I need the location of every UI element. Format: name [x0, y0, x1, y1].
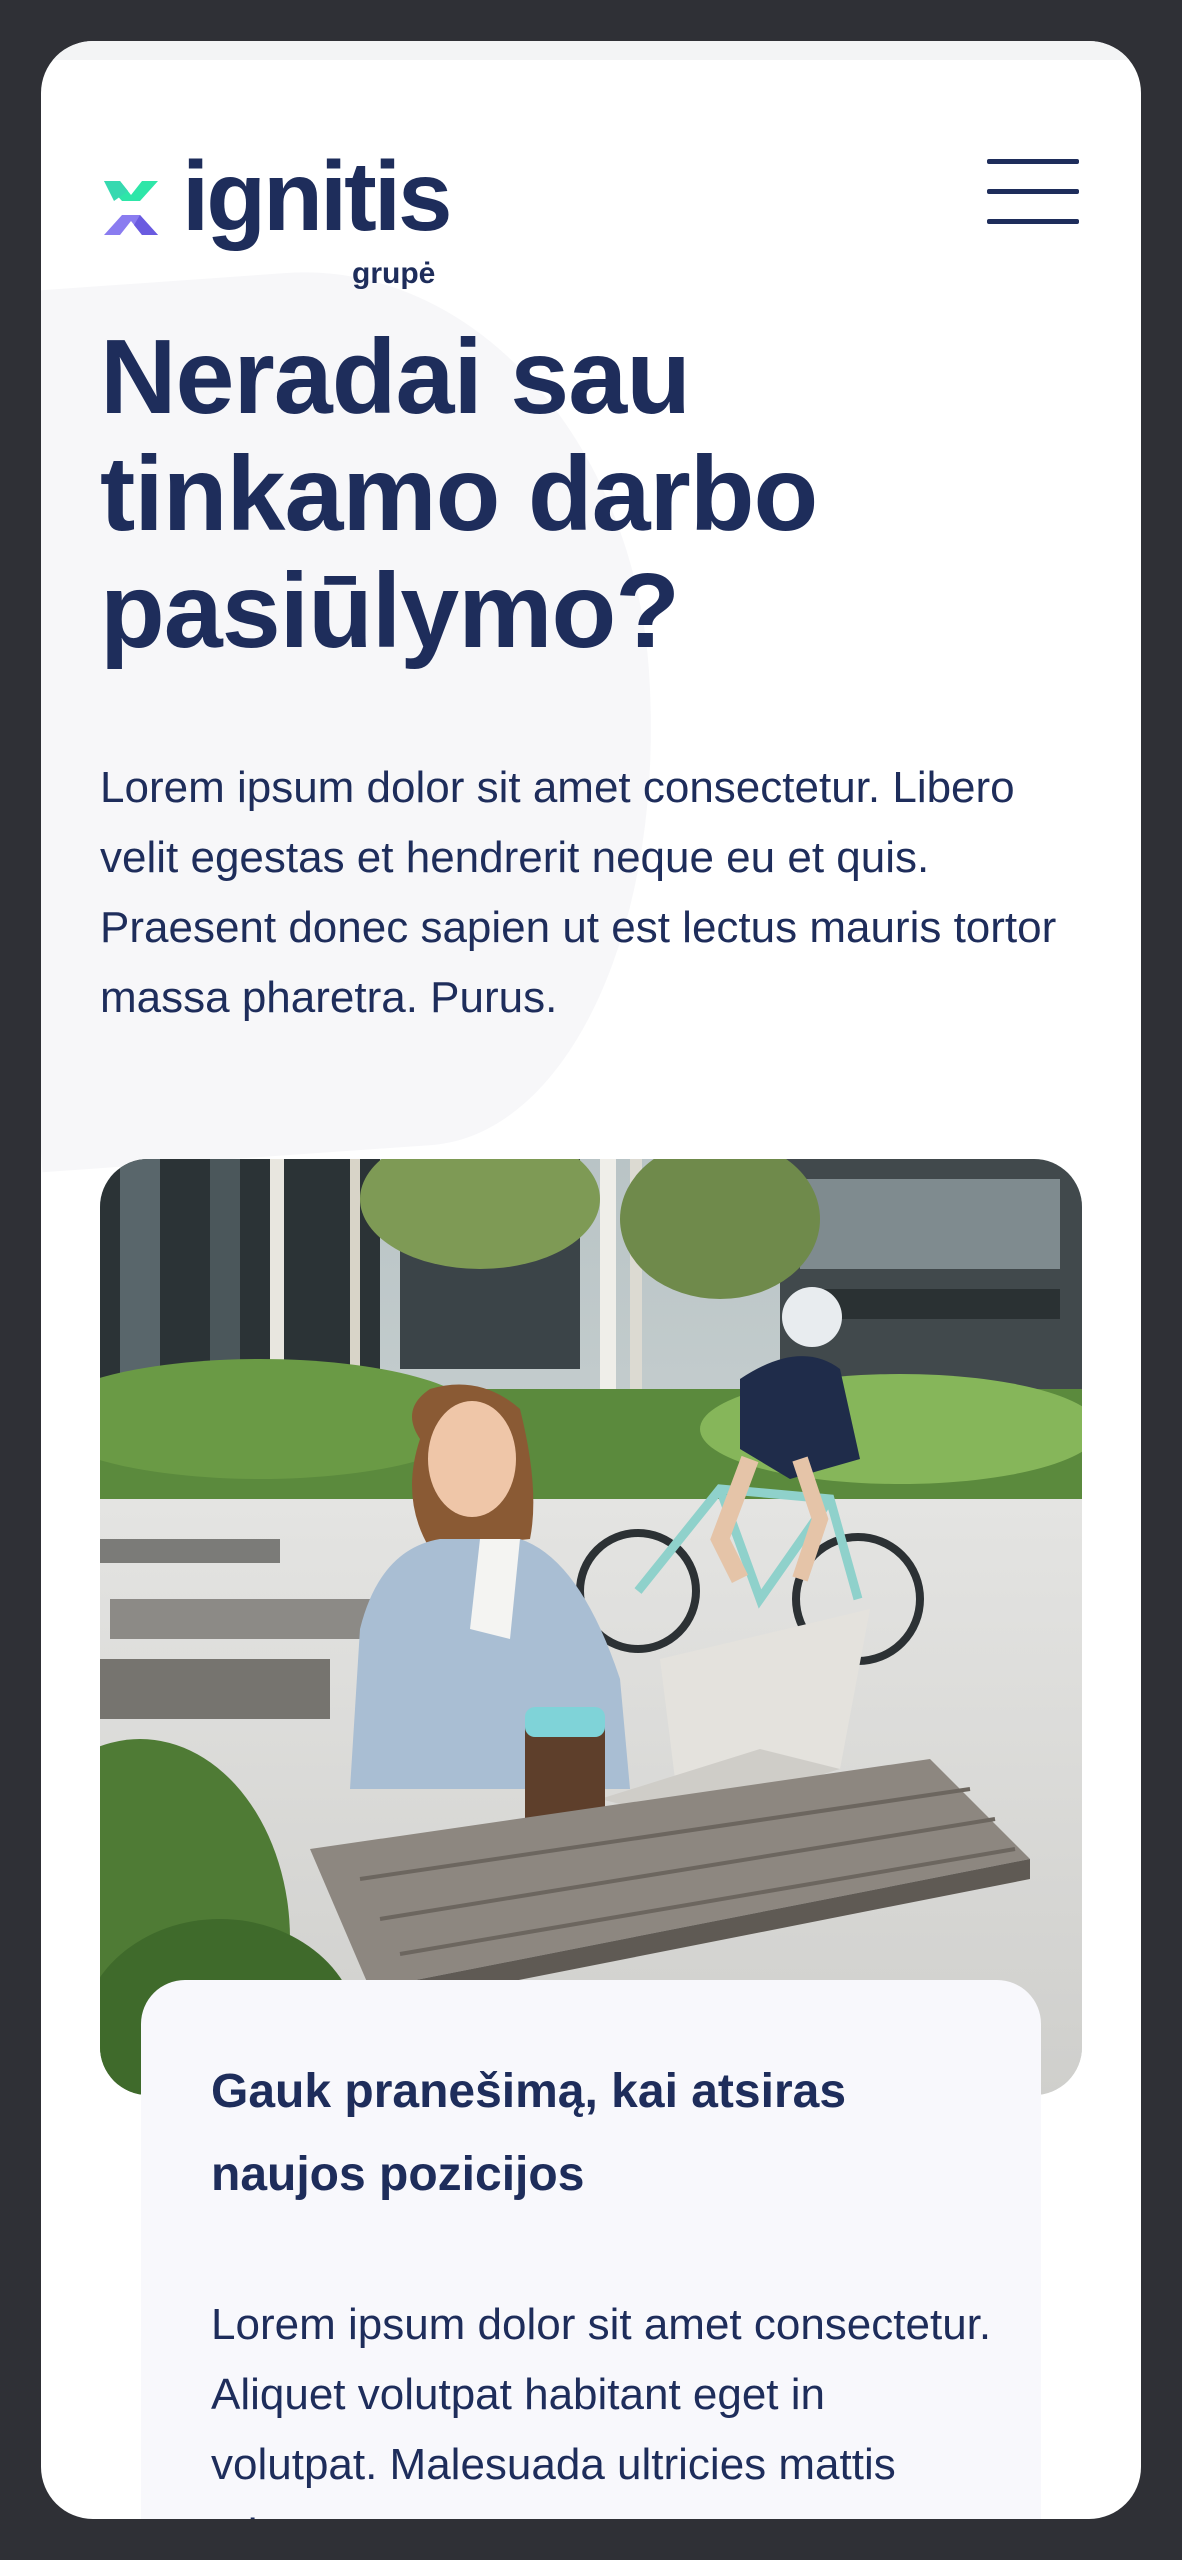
site-header: ignitis grupė [41, 41, 1141, 289]
hero-description: Lorem ipsum dolor sit amet consectetur. … [100, 763, 1057, 1022]
hero-title: Neradai sau tinkamo darbo pasiūlymo? [100, 318, 818, 670]
ignitis-logo[interactable]: ignitis grupė [100, 137, 500, 297]
menu-line [987, 159, 1079, 164]
notification-card: Gauk pranešimą, kai atsiras naujos pozic… [141, 1980, 1041, 2519]
card-title: Gauk pranešimą, kai atsiras naujos pozic… [211, 2065, 847, 2201]
logo-wordmark: ignitis [182, 141, 453, 251]
hamburger-menu-icon[interactable] [987, 159, 1079, 227]
photo-illustration [100, 1159, 1082, 2095]
logo-subtitle: grupė [352, 257, 436, 290]
hero-photo [100, 1159, 1082, 2095]
menu-line [987, 219, 1079, 224]
menu-line [987, 189, 1079, 194]
logo-mark-icon [104, 181, 158, 235]
phone-screen: ignitis grupė Neradai sau tinkamo darbo … [41, 41, 1141, 2519]
card-description: Lorem ipsum dolor sit amet consectetur. … [211, 2300, 992, 2519]
